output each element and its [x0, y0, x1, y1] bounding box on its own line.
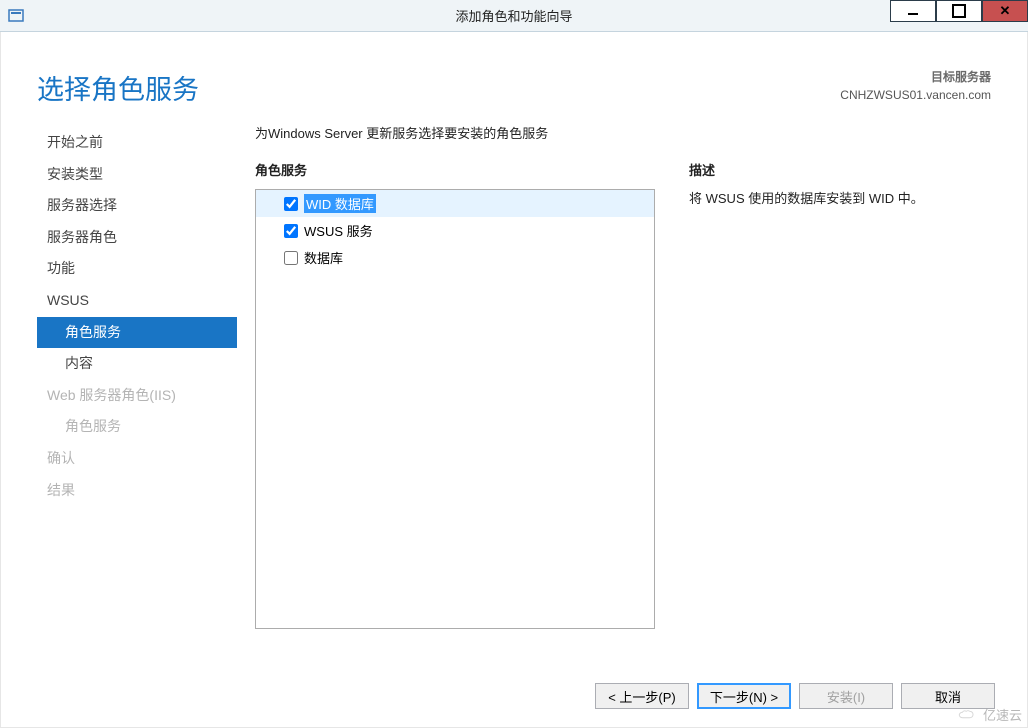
sidebar-item: 结果 — [37, 475, 237, 507]
header-row: 选择角色服务 目标服务器 CNHZWSUS01.vancen.com — [15, 42, 1013, 113]
button-bar: < 上一步(P) 下一步(N) > 安装(I) 取消 — [15, 667, 1013, 727]
role-item[interactable]: WID 数据库 — [256, 190, 654, 217]
maximize-button[interactable] — [936, 0, 982, 22]
install-button[interactable]: 安装(I) — [799, 683, 893, 709]
app-icon — [8, 8, 24, 24]
sidebar-item[interactable]: 服务器角色 — [37, 222, 237, 254]
wizard-sidebar: 开始之前安装类型服务器选择服务器角色功能WSUS角色服务内容Web 服务器角色(… — [37, 121, 237, 667]
sidebar-item[interactable]: WSUS — [37, 285, 237, 317]
roles-column: 角色服务 WID 数据库 WSUS 服务数据库 — [255, 160, 655, 667]
role-checkbox[interactable] — [284, 197, 298, 211]
description-text: 将 WSUS 使用的数据库安装到 WID 中。 — [689, 189, 995, 210]
role-label: WID 数据库 — [304, 194, 376, 213]
wizard-content: 开始之前安装类型服务器选择服务器角色功能WSUS角色服务内容Web 服务器角色(… — [15, 113, 1013, 667]
title-bar: 添加角色和功能向导 — [0, 0, 1028, 32]
sidebar-item[interactable]: 安装类型 — [37, 159, 237, 191]
minimize-button[interactable] — [890, 0, 936, 22]
role-label: WSUS 服务 — [304, 221, 373, 240]
sidebar-item: 确认 — [37, 443, 237, 475]
target-server-block: 目标服务器 CNHZWSUS01.vancen.com — [840, 68, 991, 104]
sidebar-item: Web 服务器角色(IIS) — [37, 380, 237, 412]
cloud-icon — [957, 708, 979, 722]
wizard-body: 选择角色服务 目标服务器 CNHZWSUS01.vancen.com 开始之前安… — [0, 32, 1028, 728]
target-server-value: CNHZWSUS01.vancen.com — [840, 86, 991, 104]
pane-row: 角色服务 WID 数据库 WSUS 服务数据库 描述 将 WSUS 使用的数据库安… — [255, 160, 995, 667]
sidebar-item[interactable]: 服务器选择 — [37, 190, 237, 222]
watermark: 亿速云 — [957, 705, 1022, 724]
role-item[interactable]: 数据库 — [256, 244, 654, 271]
sidebar-item[interactable]: 内容 — [37, 348, 237, 380]
role-checkbox[interactable] — [284, 224, 298, 238]
sidebar-item: 角色服务 — [37, 411, 237, 443]
sidebar-item[interactable]: 开始之前 — [37, 127, 237, 159]
role-item[interactable]: WSUS 服务 — [256, 217, 654, 244]
previous-button[interactable]: < 上一步(P) — [595, 683, 689, 709]
close-button[interactable] — [982, 0, 1028, 22]
window-title: 添加角色和功能向导 — [455, 6, 572, 25]
page-title: 选择角色服务 — [37, 68, 199, 107]
role-checkbox[interactable] — [284, 251, 298, 265]
instruction-text: 为Windows Server 更新服务选择要安装的角色服务 — [255, 123, 995, 142]
sidebar-item[interactable]: 功能 — [37, 253, 237, 285]
target-server-label: 目标服务器 — [840, 68, 991, 86]
role-label: 数据库 — [304, 248, 343, 267]
next-button[interactable]: 下一步(N) > — [697, 683, 791, 709]
main-pane: 为Windows Server 更新服务选择要安装的角色服务 角色服务 WID … — [255, 121, 995, 667]
roles-listbox[interactable]: WID 数据库 WSUS 服务数据库 — [255, 189, 655, 629]
sidebar-item[interactable]: 角色服务 — [37, 317, 237, 349]
description-column: 描述 将 WSUS 使用的数据库安装到 WID 中。 — [689, 160, 995, 667]
window-controls — [890, 0, 1028, 22]
watermark-text: 亿速云 — [983, 705, 1022, 724]
description-label: 描述 — [689, 160, 995, 179]
roles-section-label: 角色服务 — [255, 160, 655, 179]
